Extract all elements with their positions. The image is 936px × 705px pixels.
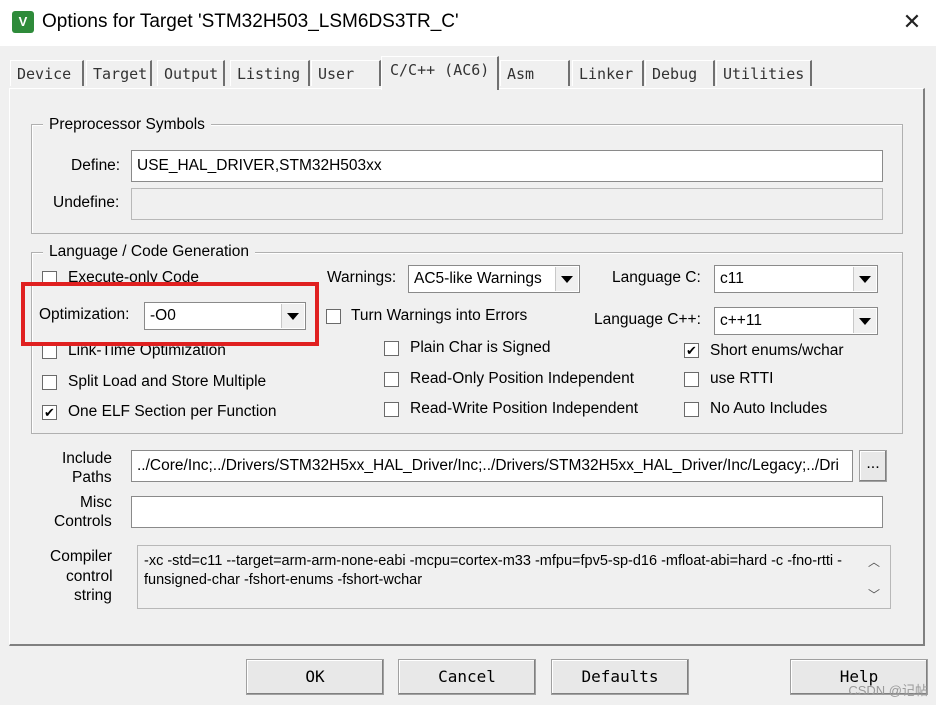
define-label: Define:	[71, 157, 121, 174]
turn-warnings-label: Turn Warnings into Errors	[351, 307, 528, 324]
tab-output[interactable]: Output	[157, 60, 225, 86]
link-time-checkbox[interactable]	[42, 344, 57, 359]
tab-target[interactable]: Target	[86, 60, 152, 86]
tab-linker[interactable]: Linker	[572, 60, 644, 86]
rw-pi-checkbox[interactable]	[384, 402, 399, 417]
misc-controls-input[interactable]	[131, 496, 883, 528]
compiler-control-string: -xc -std=c11 --target=arm-arm-none-eabi …	[137, 545, 891, 609]
rw-pi-label: Read-Write Position Independent	[410, 400, 639, 417]
close-icon[interactable]: ✕	[898, 8, 926, 36]
use-rtti-label: use RTTI	[710, 370, 774, 387]
language-c-select[interactable]: c11	[714, 265, 878, 293]
undefine-input[interactable]	[131, 188, 883, 220]
chevron-down-icon[interactable]	[555, 267, 578, 291]
warnings-label: Warnings:	[327, 269, 397, 286]
controls-label: Controls	[54, 513, 112, 530]
short-enums-label: Short enums/wchar	[710, 342, 844, 359]
string-label: string	[74, 587, 112, 604]
chevron-down-icon[interactable]	[853, 309, 876, 333]
include-paths-input[interactable]: ../Core/Inc;../Drivers/STM32H5xx_HAL_Dri…	[131, 450, 853, 482]
use-rtti-checkbox[interactable]	[684, 372, 699, 387]
paths-label: Paths	[72, 469, 112, 486]
ok-button[interactable]: OK	[246, 659, 384, 695]
warnings-value: AC5-like Warnings	[414, 270, 542, 287]
language-cpp-value: c++11	[720, 312, 762, 329]
window-title: Options for Target 'STM32H503_LSM6DS3TR_…	[42, 11, 459, 32]
tab-utilities[interactable]: Utilities	[716, 60, 812, 86]
compiler-label: Compiler	[50, 548, 113, 565]
tab-debug[interactable]: Debug	[645, 60, 715, 86]
tab-listing[interactable]: Listing	[230, 60, 310, 86]
split-load-label: Split Load and Store Multiple	[68, 373, 267, 390]
no-auto-includes-checkbox[interactable]	[684, 402, 699, 417]
chevron-down-icon[interactable]	[853, 267, 876, 291]
language-cpp-select[interactable]: c++11	[714, 307, 878, 335]
ro-pi-label: Read-Only Position Independent	[410, 370, 635, 387]
tab-user[interactable]: User	[311, 60, 381, 86]
app-icon: V	[12, 11, 34, 33]
tab-cpp-ac6[interactable]: C/C++ (AC6)	[381, 56, 499, 90]
one-elf-checkbox[interactable]: ✔	[42, 405, 57, 420]
undefine-label: Undefine:	[53, 194, 120, 211]
compiler-control-value: -xc -std=c11 --target=arm-arm-none-eabi …	[144, 553, 842, 588]
cancel-button[interactable]: Cancel	[398, 659, 536, 695]
scroll-up-icon[interactable]: ︿	[868, 553, 880, 570]
control-label: control	[66, 568, 113, 585]
ro-pi-checkbox[interactable]	[384, 372, 399, 387]
highlight-box	[21, 282, 319, 346]
misc-label: Misc	[80, 494, 112, 511]
no-auto-includes-label: No Auto Includes	[710, 400, 828, 417]
define-input[interactable]: USE_HAL_DRIVER,STM32H503xx	[131, 150, 883, 182]
tab-asm[interactable]: Asm	[500, 60, 570, 86]
language-c-label: Language C:	[612, 269, 701, 286]
browse-include-button[interactable]: ...	[859, 450, 887, 482]
plain-char-label: Plain Char is Signed	[410, 339, 551, 356]
language-c-value: c11	[720, 270, 744, 287]
warnings-select[interactable]: AC5-like Warnings	[408, 265, 580, 293]
language-cpp-label: Language C++:	[594, 311, 701, 328]
defaults-button[interactable]: Defaults	[551, 659, 689, 695]
language-legend: Language / Code Generation	[43, 243, 255, 261]
split-load-checkbox[interactable]	[42, 375, 57, 390]
preprocessor-legend: Preprocessor Symbols	[43, 116, 211, 134]
include-label: Include	[62, 450, 112, 467]
scroll-down-icon[interactable]: ﹀	[868, 586, 880, 603]
plain-char-checkbox[interactable]	[384, 341, 399, 356]
watermark: CSDN @记帖	[848, 683, 928, 698]
turn-warnings-checkbox[interactable]	[326, 309, 341, 324]
short-enums-checkbox[interactable]: ✔	[684, 343, 699, 358]
one-elf-label: One ELF Section per Function	[68, 403, 277, 420]
title-bar: V Options for Target 'STM32H503_LSM6DS3T…	[0, 0, 936, 46]
tab-device[interactable]: Device	[10, 60, 84, 86]
